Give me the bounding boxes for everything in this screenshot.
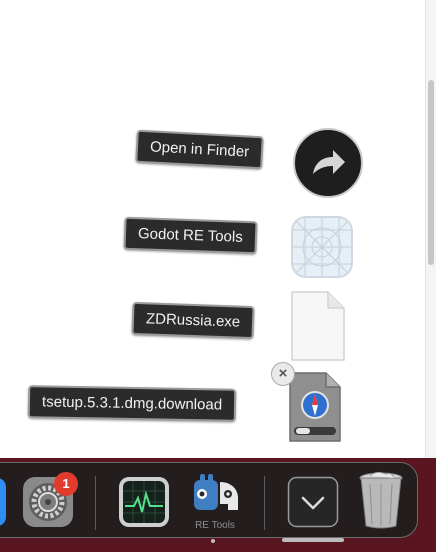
- arrow-icon: [313, 150, 345, 174]
- open-in-finder-button[interactable]: [293, 128, 363, 198]
- app-icon: [293, 218, 351, 276]
- notification-badge: 1: [54, 472, 78, 496]
- godot-re-tools-label[interactable]: Godot RE Tools: [123, 216, 258, 255]
- zdrussia-exe-label[interactable]: ZDRussia.exe: [131, 301, 255, 340]
- dock-activity-monitor[interactable]: [118, 476, 170, 528]
- document-icon: [291, 291, 345, 361]
- activity-monitor-icon: [119, 477, 169, 527]
- dock-re-tools[interactable]: [188, 470, 242, 520]
- scrollbar[interactable]: [425, 0, 436, 458]
- tsetup-download-item[interactable]: [286, 369, 344, 445]
- godot-re-tools-item[interactable]: [291, 216, 353, 278]
- tsetup-download-label[interactable]: tsetup.5.3.1.dmg.download: [27, 385, 237, 422]
- dock-separator: [264, 476, 265, 530]
- dock-finder[interactable]: [0, 478, 6, 526]
- dock-separator: [95, 476, 96, 530]
- re-tools-caption: RE Tools: [195, 520, 235, 531]
- chevron-down-icon: [287, 476, 339, 528]
- trash-icon: [359, 471, 403, 529]
- scrollbar-thumb[interactable]: [428, 80, 434, 265]
- close-icon[interactable]: ×: [271, 362, 295, 386]
- dock-downloads-stack[interactable]: [287, 476, 339, 528]
- home-indicator: [282, 538, 344, 542]
- robot-icon: [194, 474, 238, 510]
- zdrussia-exe-item[interactable]: [290, 290, 346, 362]
- download-icon: [289, 372, 341, 442]
- dock-trash[interactable]: [356, 470, 406, 530]
- running-indicator: [211, 539, 215, 543]
- open-in-finder-label[interactable]: Open in Finder: [135, 129, 265, 170]
